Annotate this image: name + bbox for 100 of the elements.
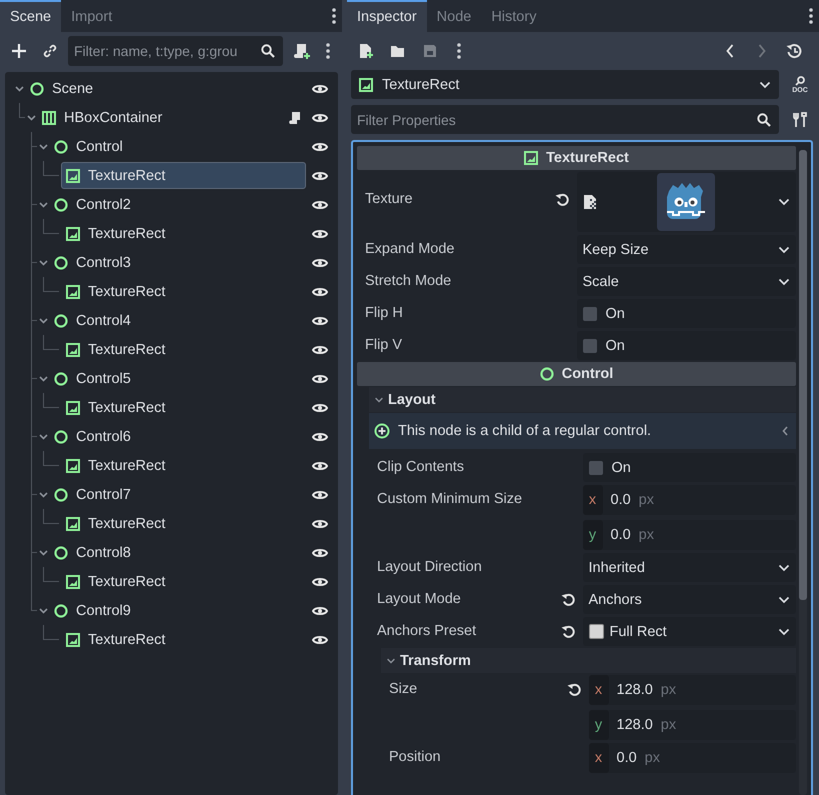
circle-node-icon	[54, 256, 68, 270]
checkbox[interactable]	[582, 306, 596, 320]
number-field[interactable]: x 0.0 px	[588, 743, 796, 773]
eye-icon[interactable]	[312, 256, 328, 268]
group-header[interactable]: Layout	[369, 387, 796, 412]
tree-item[interactable]: TextureRect	[61, 626, 306, 653]
tree-item[interactable]: TextureRect	[61, 278, 306, 305]
collapse-chevron-icon[interactable]	[782, 426, 788, 436]
image-icon	[66, 516, 80, 530]
tree-item[interactable]: Control2	[49, 191, 306, 218]
node-selector[interactable]: TextureRect	[351, 70, 779, 99]
group-header[interactable]: Transform	[381, 648, 796, 673]
tree-item[interactable]: TextureRect	[61, 394, 306, 421]
revert-icon[interactable]	[566, 682, 580, 696]
eye-icon[interactable]	[312, 518, 328, 530]
checkbox-label: On	[612, 460, 631, 476]
property-label: Anchors Preset	[377, 623, 478, 639]
circle-node-icon	[540, 367, 554, 381]
revert-icon[interactable]	[554, 192, 568, 206]
texture-preview[interactable]	[656, 173, 714, 231]
property-label: Flip V	[365, 337, 404, 353]
eye-icon[interactable]	[312, 228, 328, 240]
eye-icon[interactable]	[312, 634, 328, 646]
dropdown[interactable]: Inherited	[582, 553, 796, 582]
script-icon[interactable]	[289, 110, 301, 124]
number-field[interactable]: x 0.0 px	[582, 485, 796, 515]
image-icon	[524, 151, 538, 165]
tab[interactable]: Inspector	[347, 0, 427, 32]
checkerboard-icon[interactable]	[582, 194, 596, 210]
history-icon	[786, 43, 802, 59]
eye-icon[interactable]	[312, 576, 328, 588]
chevron-down-icon	[778, 628, 790, 636]
tree-item[interactable]: TextureRect	[61, 568, 306, 595]
dropdown[interactable]: Full Rect	[582, 617, 796, 646]
checkbox[interactable]	[588, 460, 602, 474]
tree-item[interactable]: TextureRect	[61, 452, 306, 479]
eye-icon[interactable]	[312, 402, 328, 414]
chevron-down-icon	[778, 198, 790, 206]
columns-icon	[42, 110, 56, 124]
folder-icon	[390, 44, 406, 58]
search-icon	[261, 44, 275, 58]
unit-label: px	[644, 750, 660, 766]
axis-label: x	[588, 675, 608, 705]
dropdown[interactable]: Scale	[576, 267, 796, 296]
dropdown[interactable]: Keep Size	[576, 235, 796, 264]
eye-icon[interactable]	[312, 170, 328, 182]
tree-item[interactable]: Control6	[49, 423, 306, 450]
property-label: Custom Minimum Size	[377, 491, 524, 507]
eye-icon[interactable]	[312, 198, 328, 210]
eye-icon[interactable]	[312, 372, 328, 384]
tree-item[interactable]: HBoxContainer	[37, 104, 306, 131]
filter-properties-field[interactable]: Filter Properties	[351, 105, 779, 134]
tree-item[interactable]: TextureRect	[61, 220, 306, 247]
tree-item[interactable]: TextureRect	[61, 162, 306, 189]
revert-icon[interactable]	[560, 592, 574, 606]
number-field[interactable]: y 0.0 px	[582, 520, 796, 550]
tab[interactable]: Import	[61, 0, 122, 32]
eye-icon[interactable]	[312, 604, 328, 616]
eye-icon[interactable]	[312, 140, 328, 152]
number-field[interactable]: y 128.0 px	[588, 710, 796, 740]
eye-icon[interactable]	[312, 460, 328, 472]
circle-node-icon	[54, 314, 68, 328]
tree-item[interactable]: Control3	[49, 249, 306, 276]
circle-node-icon	[54, 604, 68, 618]
tree-item[interactable]: Control5	[49, 365, 306, 392]
more-options-icon[interactable]	[457, 43, 461, 59]
tab[interactable]: Scene	[0, 0, 62, 32]
scrollbar-thumb[interactable]	[799, 150, 807, 600]
revert-icon[interactable]	[560, 624, 574, 638]
chevron-down-icon	[386, 658, 396, 664]
more-options-icon[interactable]	[326, 43, 330, 59]
circle-node-icon	[54, 430, 68, 444]
eye-icon[interactable]	[312, 314, 328, 326]
circle-node-icon	[54, 372, 68, 386]
tree-item[interactable]: Control9	[49, 597, 306, 624]
more-options-icon[interactable]	[332, 8, 336, 24]
eye-icon[interactable]	[312, 82, 328, 94]
tree-item[interactable]: Control8	[49, 539, 306, 566]
eye-icon[interactable]	[312, 286, 328, 298]
eye-icon[interactable]	[312, 112, 328, 124]
more-options-icon[interactable]	[809, 8, 813, 24]
tab[interactable]: Node	[426, 0, 482, 32]
circle-node-icon	[54, 140, 68, 154]
tree-item[interactable]: Control7	[49, 481, 306, 508]
tree-item[interactable]: Scene	[25, 75, 306, 102]
tree-item[interactable]: Control	[49, 133, 306, 160]
eye-icon[interactable]	[312, 488, 328, 500]
checkbox[interactable]	[582, 338, 596, 352]
eye-icon[interactable]	[312, 430, 328, 442]
dropdown[interactable]: Anchors	[582, 585, 796, 614]
axis-label: y	[582, 520, 602, 550]
filter-field[interactable]: Filter: name, t:type, g:grou	[68, 36, 283, 66]
tree-item[interactable]: Control4	[49, 307, 306, 334]
tree-item[interactable]: TextureRect	[61, 510, 306, 537]
eye-icon[interactable]	[312, 344, 328, 356]
number-field[interactable]: x 128.0 px	[588, 675, 796, 705]
tab[interactable]: History	[481, 0, 546, 32]
tree-item[interactable]: TextureRect	[61, 336, 306, 363]
eye-icon[interactable]	[312, 546, 328, 558]
property-label: Flip H	[365, 305, 404, 321]
